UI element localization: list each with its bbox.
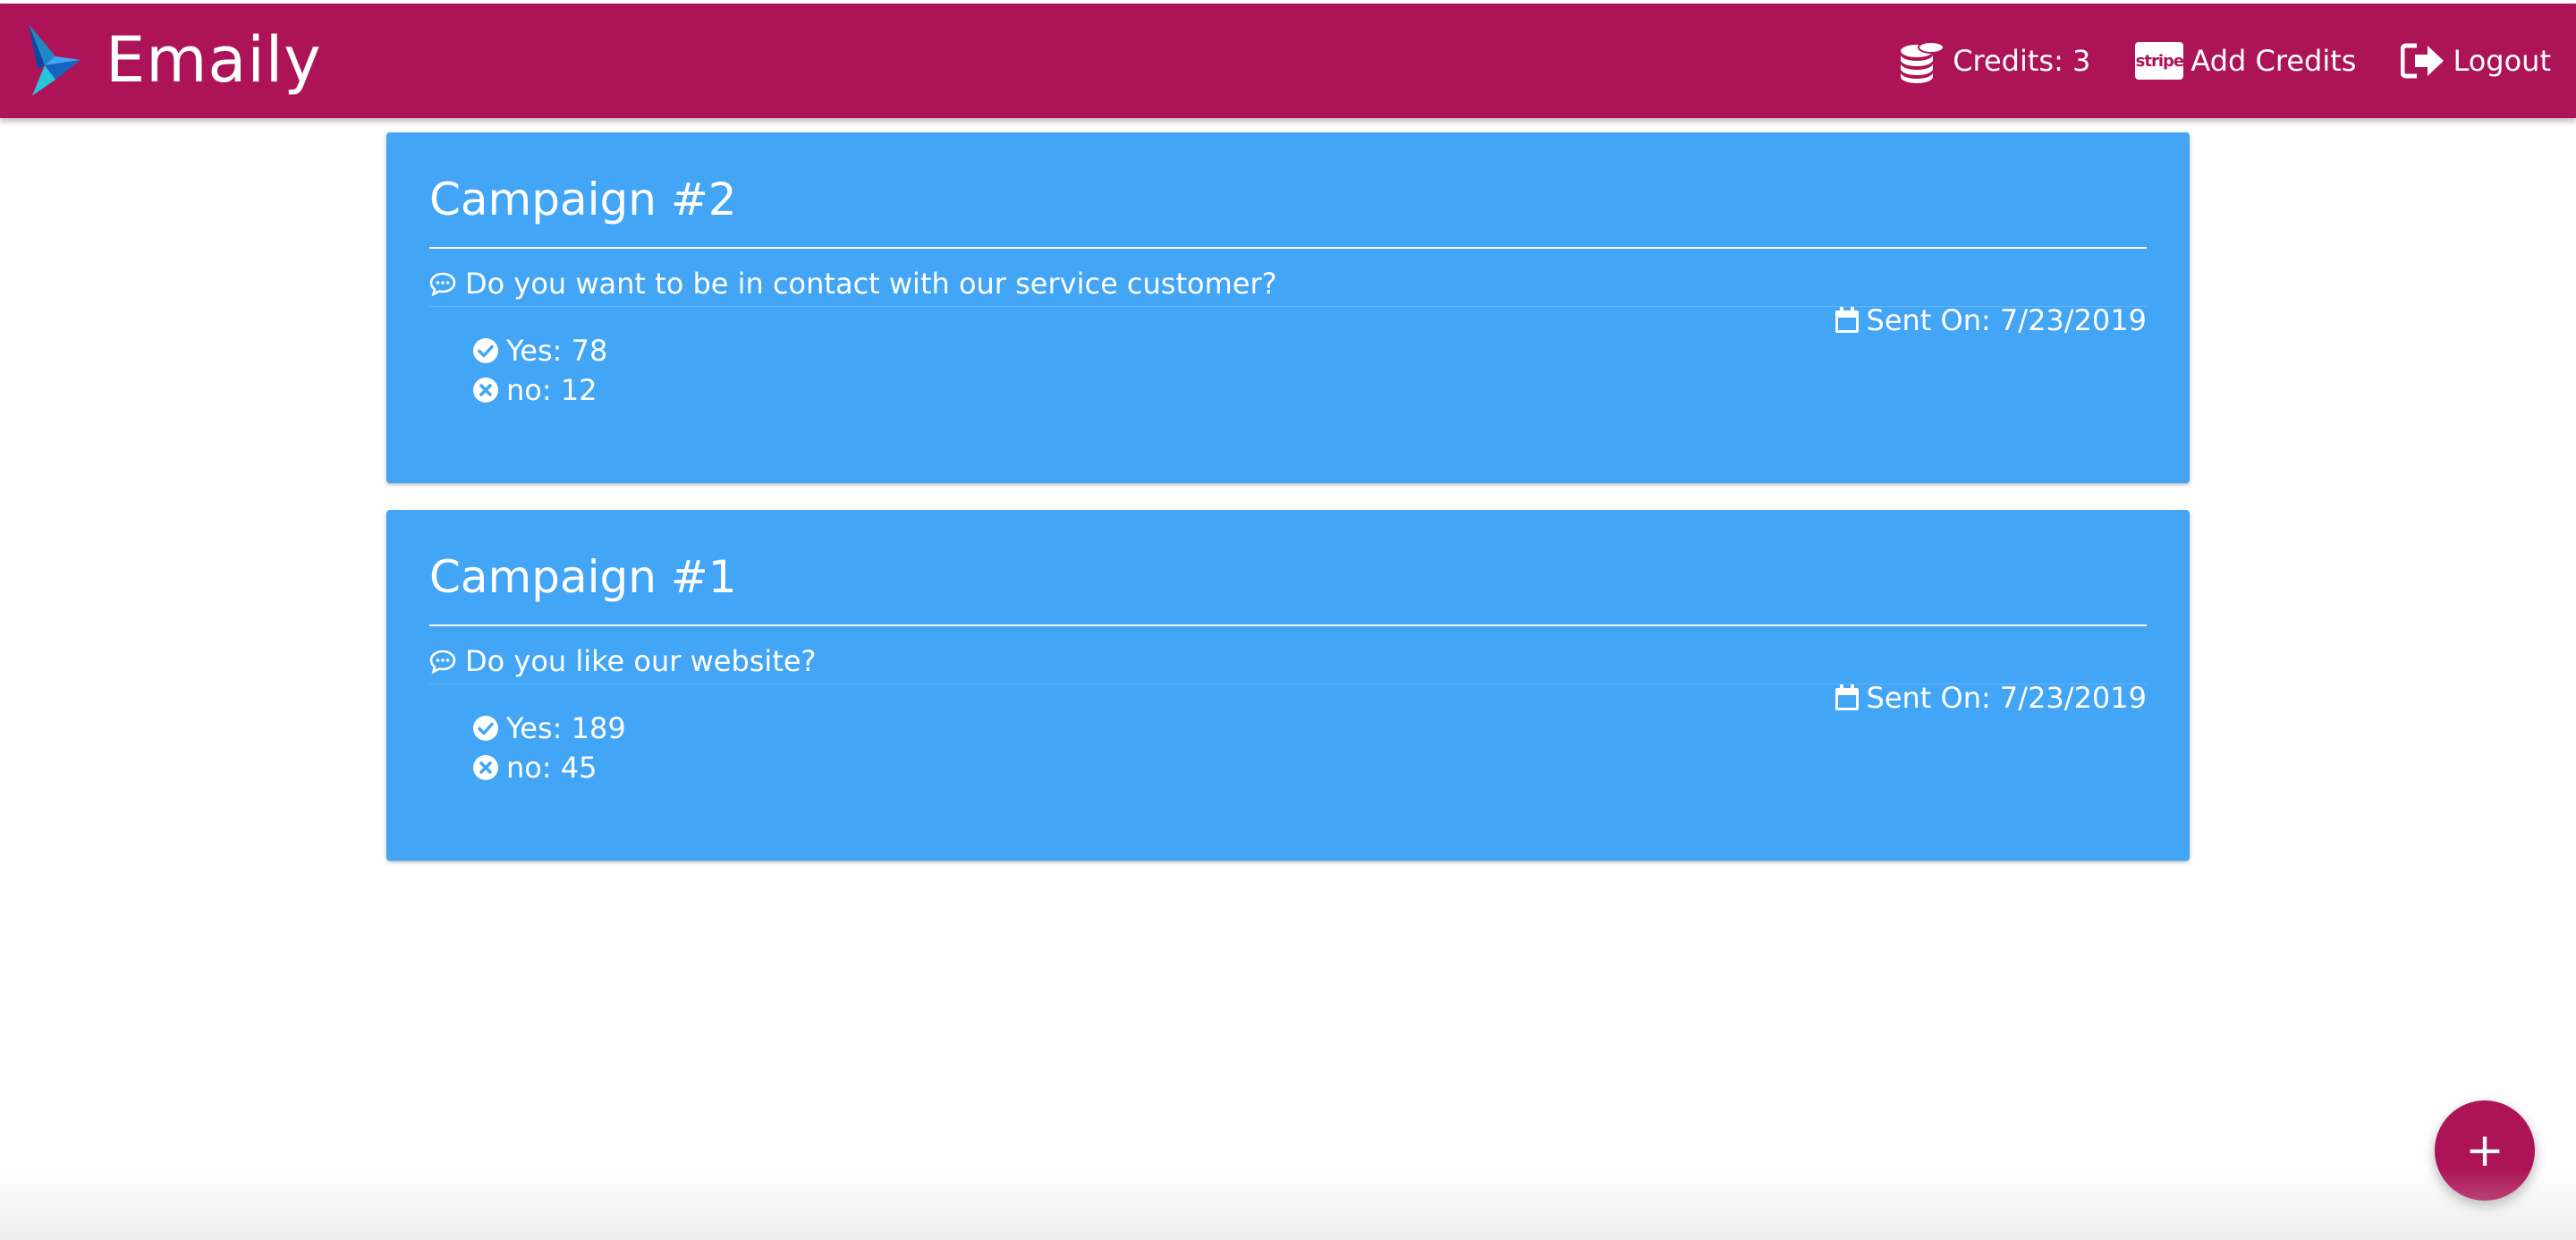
yes-count: Yes: 78 — [472, 331, 607, 370]
add-icon: + — [2465, 1124, 2504, 1177]
logout-label: Logout — [2453, 44, 2551, 78]
card-divider — [429, 624, 2147, 626]
add-credits-button[interactable]: stripe Add Credits — [2135, 42, 2356, 80]
bottom-shadow — [0, 1168, 2576, 1240]
no-count-text: no: 45 — [506, 751, 597, 785]
check-circle-icon — [472, 337, 499, 364]
sign-out-icon — [2401, 42, 2445, 80]
survey-stats: Yes: 189 no: 45 — [472, 709, 626, 787]
nav-menu: Credits: 3 stripe Add Credits Logout — [1854, 4, 2551, 118]
comment-icon — [429, 271, 456, 296]
new-survey-button[interactable]: + — [2435, 1100, 2535, 1201]
check-circle-icon — [472, 715, 499, 742]
question-text: Do you want to be in contact with our se… — [465, 267, 1277, 301]
bird-logo-icon — [25, 24, 80, 96]
sent-date: Sent On: 7/23/2019 — [1835, 676, 2148, 719]
add-credits-label: Add Credits — [2190, 44, 2357, 78]
calendar-icon — [1835, 307, 1860, 334]
times-circle-icon — [472, 754, 499, 781]
calendar-icon — [1835, 684, 1860, 711]
no-count: no: 12 — [472, 370, 607, 410]
yes-count-text: Yes: 78 — [506, 334, 608, 368]
survey-card: Campaign #1 Do you like our website? Sen… — [386, 510, 2190, 861]
card-title: Campaign #1 — [429, 551, 737, 603]
stripe-icon: stripe — [2135, 42, 2184, 80]
question-text: Do you like our website? — [465, 644, 817, 678]
sent-date-text: Sent On: 7/23/2019 — [1866, 681, 2148, 715]
card-divider — [429, 247, 2147, 249]
no-count-text: no: 12 — [506, 373, 597, 407]
yes-count: Yes: 189 — [472, 709, 626, 748]
navbar: Emaily Credits: 3 stripe Add Credits Log… — [0, 4, 2576, 118]
times-circle-icon — [472, 377, 499, 403]
sent-date: Sent On: 7/23/2019 — [1835, 299, 2148, 342]
card-title: Campaign #2 — [429, 174, 737, 225]
survey-list: Campaign #2 Do you want to be in contact… — [386, 132, 2190, 888]
survey-card: Campaign #2 Do you want to be in contact… — [386, 132, 2190, 483]
credits-display: Credits: 3 — [1899, 38, 2090, 83]
survey-stats: Yes: 78 no: 12 — [472, 331, 607, 410]
coins-icon — [1899, 38, 1945, 83]
credits-label: Credits: 3 — [1953, 44, 2091, 78]
no-count: no: 45 — [472, 748, 626, 787]
brand-title: Emaily — [106, 23, 322, 97]
yes-count-text: Yes: 189 — [506, 711, 626, 745]
sent-date-text: Sent On: 7/23/2019 — [1866, 303, 2148, 337]
brand-link[interactable]: Emaily — [25, 20, 322, 100]
comment-icon — [429, 649, 456, 674]
logout-button[interactable]: Logout — [2401, 42, 2551, 80]
